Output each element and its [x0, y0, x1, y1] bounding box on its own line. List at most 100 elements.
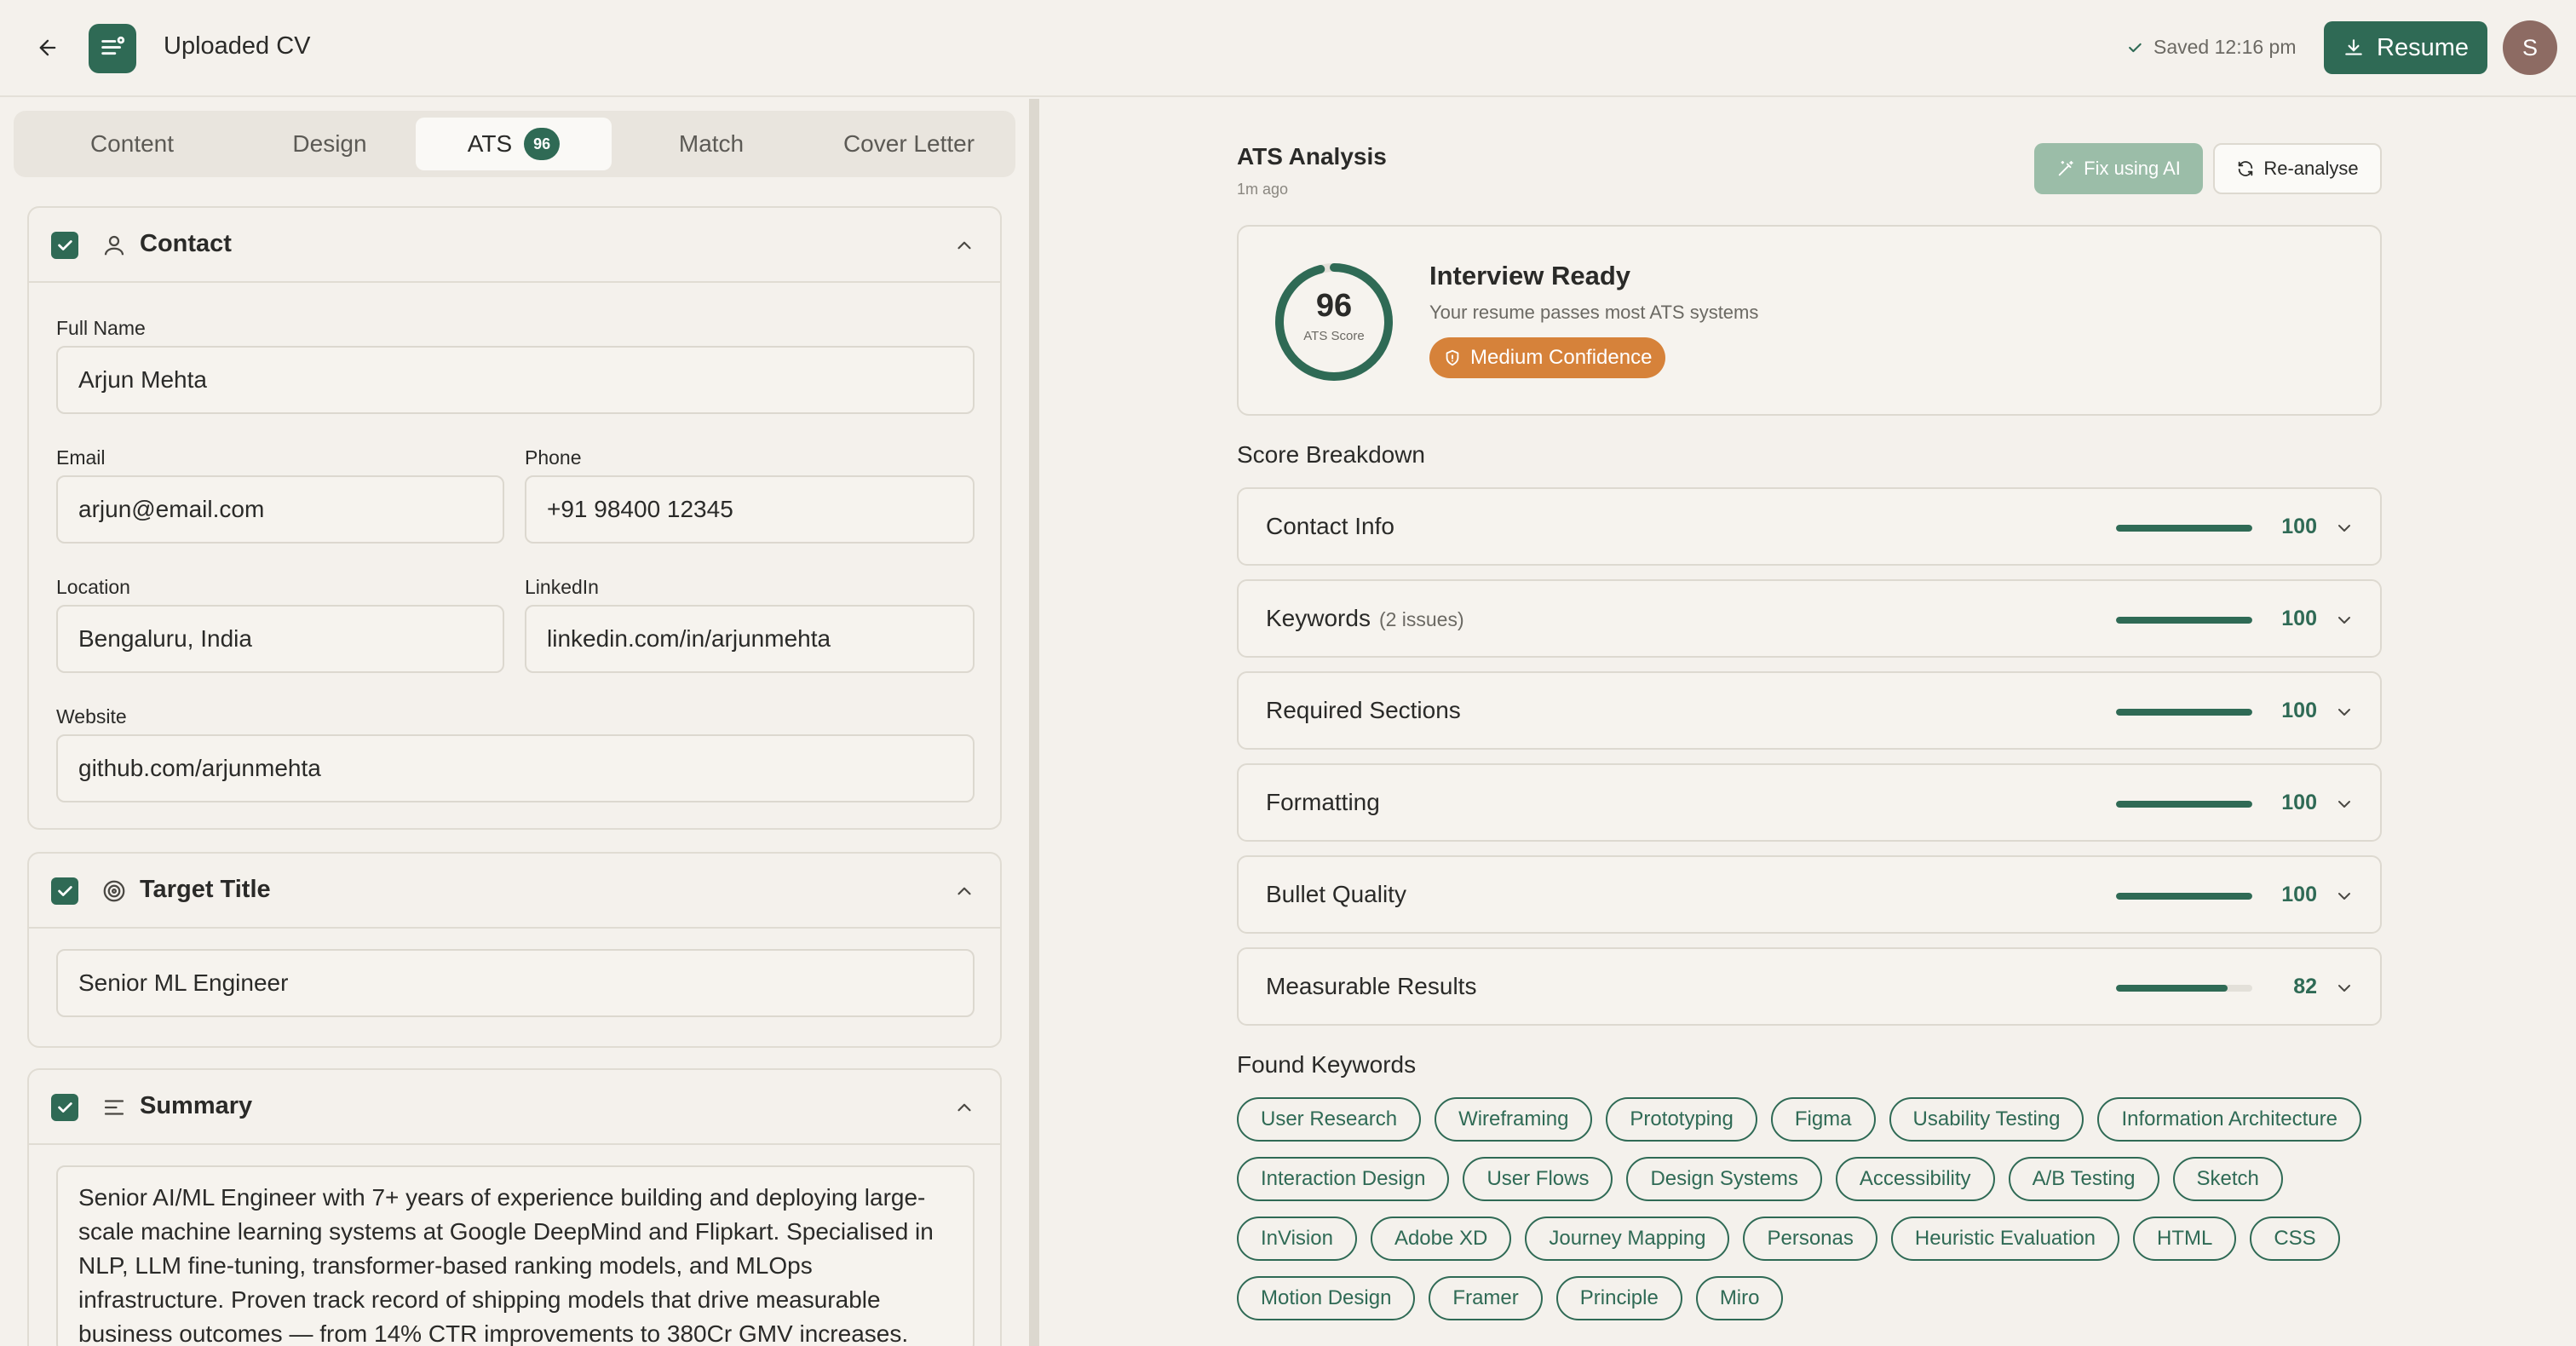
keyword-chip[interactable]: HTML	[2132, 1217, 2237, 1261]
user-avatar[interactable]: S	[2503, 20, 2557, 75]
keyword-chip[interactable]: Journey Mapping	[1525, 1217, 1730, 1261]
location-label: Location	[56, 576, 130, 598]
chevron-down-icon[interactable]	[2331, 515, 2358, 542]
breakdown-row[interactable]: Contact Info 100	[1237, 487, 2382, 566]
chevron-up-icon[interactable]	[949, 230, 980, 261]
magic-wand-icon	[2058, 160, 2073, 176]
summary-textarea[interactable]: Senior AI/ML Engineer with 7+ years of e…	[56, 1165, 975, 1346]
breakdown-progress-bar	[2116, 617, 2252, 624]
breakdown-row[interactable]: Formatting 100	[1237, 763, 2382, 842]
ats-panel: ATS Analysis 1m ago Fix using AI Re-anal…	[1039, 99, 2576, 1346]
breakdown-row[interactable]: Measurable Results 82	[1237, 947, 2382, 1026]
keyword-chip[interactable]: Accessibility	[1835, 1157, 1995, 1201]
location-input[interactable]	[56, 605, 504, 673]
breakdown-progress-bar	[2116, 801, 2252, 808]
summary-section: Summary Senior AI/ML Engineer with 7+ ye…	[27, 1068, 1002, 1346]
summary-header[interactable]: Summary	[29, 1070, 1000, 1145]
keyword-row: User Research Wireframing Prototyping Figma…	[1237, 1097, 2412, 1142]
contact-title: Contact	[140, 230, 232, 257]
breakdown-row[interactable]: Keywords (2 issues) 100	[1237, 579, 2382, 658]
breakdown-label: Required Sections	[1266, 697, 1461, 723]
keyword-chip[interactable]: InVision	[1237, 1217, 1357, 1261]
keyword-chip[interactable]: Adobe XD	[1370, 1217, 1512, 1261]
keyword-chip[interactable]: Personas	[1743, 1217, 1877, 1261]
keyword-chip[interactable]: Design Systems	[1626, 1157, 1822, 1201]
breakdown-row[interactable]: Bullet Quality 100	[1237, 855, 2382, 934]
chevron-down-icon[interactable]	[2331, 699, 2358, 726]
breakdown-label: Measurable Results	[1266, 973, 1477, 999]
target-title-header[interactable]: Target Title	[29, 854, 1000, 929]
chevron-up-icon[interactable]	[949, 876, 980, 906]
confidence-badge: Medium Confidence	[1429, 337, 1666, 378]
fix-using-ai-button[interactable]: Fix using AI	[2034, 143, 2203, 194]
status-title: Interview Ready	[1429, 261, 1631, 290]
keyword-chip[interactable]: Prototyping	[1606, 1097, 1757, 1142]
ats-analysis-timestamp: 1m ago	[1237, 181, 1289, 198]
download-icon	[2345, 39, 2362, 55]
contact-include-checkbox[interactable]	[51, 232, 78, 259]
breakdown-score: 100	[2281, 515, 2317, 538]
breakdown-label: Formatting	[1266, 789, 1380, 815]
contact-section-header[interactable]: Contact	[29, 208, 1000, 283]
linkedin-input[interactable]	[525, 605, 975, 673]
tab-cover-letter[interactable]: Cover Letter	[811, 118, 1007, 170]
keyword-chip[interactable]: Usability Testing	[1889, 1097, 2084, 1142]
chevron-up-icon[interactable]	[949, 1092, 980, 1123]
panel-resize-handle[interactable]	[1029, 99, 1039, 1346]
website-input[interactable]	[56, 734, 975, 802]
user-icon	[99, 230, 129, 261]
refresh-icon	[2239, 161, 2253, 176]
found-keywords-list: User Research Wireframing Prototyping Figma…	[1237, 1097, 2412, 1336]
keyword-chip[interactable]: Sketch	[2172, 1157, 2283, 1201]
shield-icon	[1446, 349, 1459, 366]
tab-content[interactable]: Content	[34, 118, 230, 170]
keyword-chip[interactable]: Principle	[1555, 1276, 1682, 1320]
full-name-input[interactable]	[56, 346, 975, 414]
keyword-chip[interactable]: Framer	[1429, 1276, 1543, 1320]
target-include-checkbox[interactable]	[51, 877, 78, 905]
re-analyse-button[interactable]: Re-analyse	[2213, 143, 2382, 194]
keyword-chip[interactable]: Miro	[1695, 1276, 1784, 1320]
keyword-chip[interactable]: Heuristic Evaluation	[1890, 1217, 2119, 1261]
download-resume-button[interactable]: Resume	[2324, 21, 2487, 74]
chevron-down-icon[interactable]	[2331, 791, 2358, 818]
back-arrow-icon[interactable]	[31, 31, 65, 65]
keyword-chip[interactable]: User Flows	[1463, 1157, 1613, 1201]
target-title-section: Target Title	[27, 852, 1002, 1048]
breakdown-score: 100	[2281, 791, 2317, 814]
keyword-chip[interactable]: CSS	[2250, 1217, 2340, 1261]
chevron-down-icon[interactable]	[2331, 883, 2358, 910]
email-label: Email	[56, 446, 106, 469]
breakdown-label: Contact Info	[1266, 513, 1394, 539]
chevron-down-icon[interactable]	[2331, 607, 2358, 634]
summary-include-checkbox[interactable]	[51, 1094, 78, 1121]
breakdown-row[interactable]: Required Sections 100	[1237, 671, 2382, 750]
ats-score-value: 96	[1315, 288, 1353, 324]
keyword-chip[interactable]: A/B Testing	[2008, 1157, 2159, 1201]
chevron-down-icon[interactable]	[2331, 975, 2358, 1002]
summary-title: Summary	[140, 1092, 253, 1119]
keyword-chip[interactable]: Information Architecture	[2097, 1097, 2361, 1142]
target-title-input[interactable]	[56, 949, 975, 1017]
breakdown-score: 100	[2281, 699, 2317, 722]
tab-design[interactable]: Design	[232, 118, 428, 170]
tab-match[interactable]: Match	[613, 118, 809, 170]
saved-time: Saved 12:16 pm	[2153, 36, 2297, 58]
ats-analysis-title: ATS Analysis	[1237, 143, 1387, 170]
breakdown-score: 82	[2293, 975, 2317, 998]
top-bar: Uploaded CV Saved 12:16 pm Resume S	[0, 0, 2576, 97]
keyword-chip[interactable]: User Research	[1237, 1097, 1422, 1142]
target-icon	[99, 876, 129, 906]
email-input[interactable]	[56, 475, 504, 544]
keyword-chip[interactable]: Figma	[1770, 1097, 1876, 1142]
linkedin-label: LinkedIn	[525, 576, 599, 598]
phone-label: Phone	[525, 446, 582, 469]
tab-ats[interactable]: ATS 96	[416, 118, 612, 170]
breakdown-progress-fill	[2116, 893, 2252, 900]
contact-section: Contact Full Name Email Phone Location L…	[27, 206, 1002, 830]
keyword-chip[interactable]: Interaction Design	[1237, 1157, 1450, 1201]
keyword-chip[interactable]: Motion Design	[1237, 1276, 1416, 1320]
breakdown-label: Keywords (2 issues)	[1266, 605, 1464, 631]
keyword-chip[interactable]: Wireframing	[1435, 1097, 1593, 1142]
phone-input[interactable]	[525, 475, 975, 544]
